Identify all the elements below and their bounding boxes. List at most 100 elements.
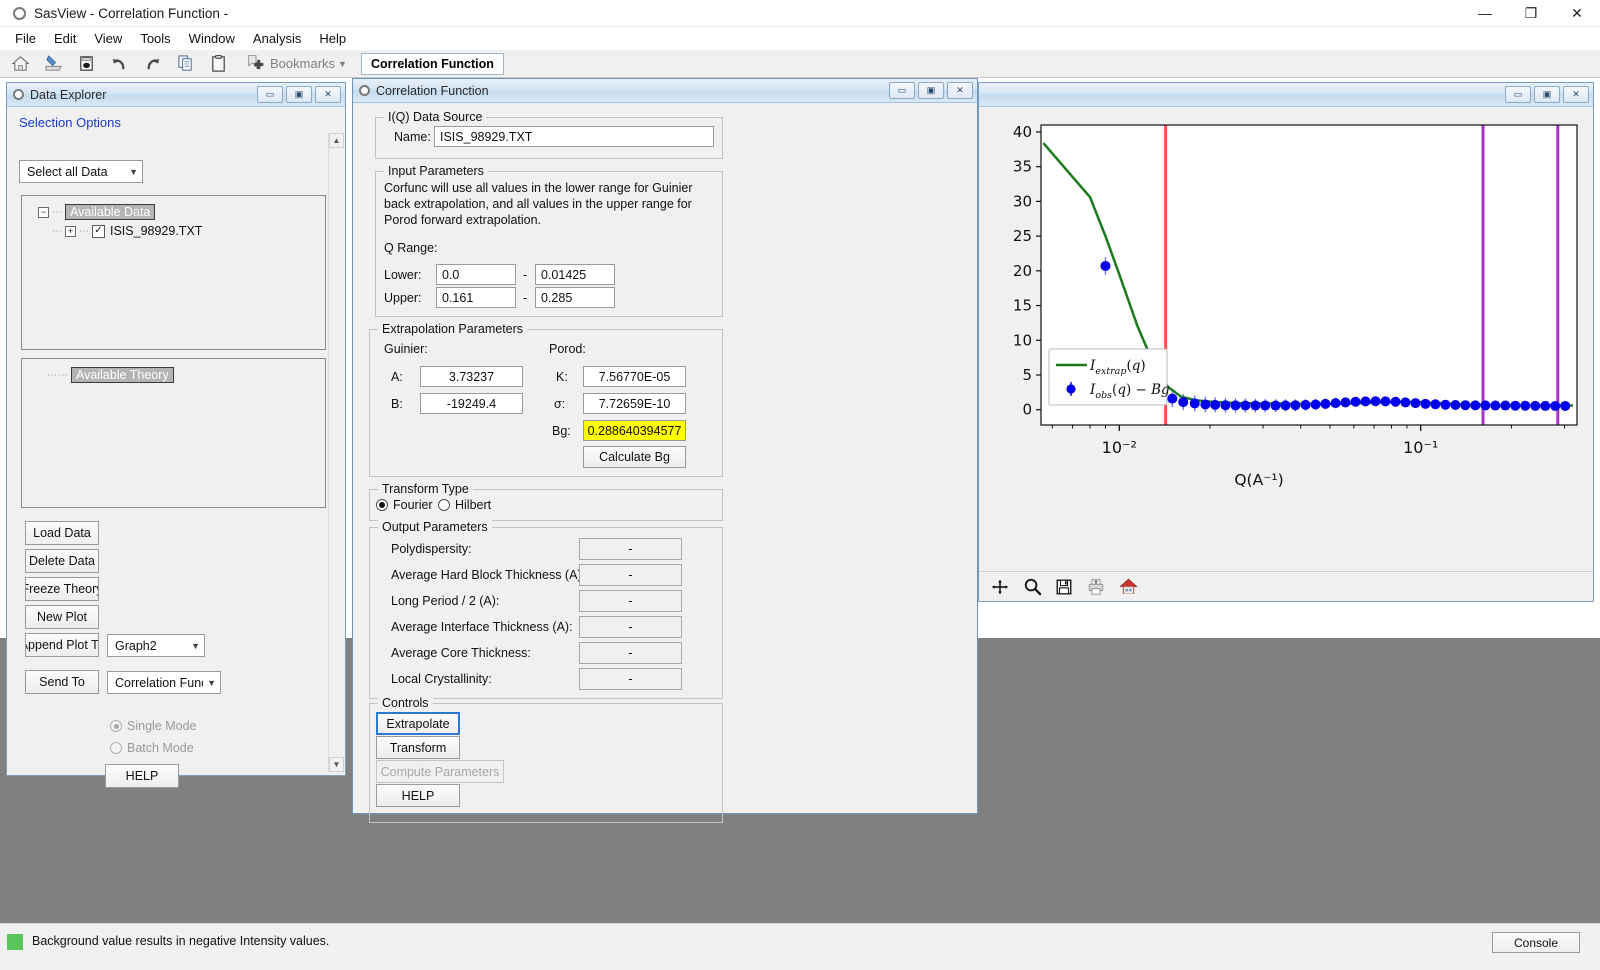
controls-group-label: Controls (378, 696, 433, 710)
menu-file[interactable]: File (6, 29, 45, 48)
menu-tools[interactable]: Tools (131, 29, 179, 48)
lower-range-max-field[interactable]: 0.01425 (535, 264, 615, 285)
extrapolate-button[interactable]: Extrapolate (376, 712, 460, 735)
data-explorer-close-button[interactable]: ✕ (315, 86, 341, 103)
plot-panel-body: 051015202530354010⁻²10⁻¹Q(A⁻¹)Iextrap(q)… (979, 107, 1593, 601)
data-source-group: I(Q) Data Source Name: ISIS_98929.TXT (375, 117, 723, 159)
avg-hard-block-thickness-field[interactable]: - (579, 564, 682, 586)
cf-close-button[interactable]: ✕ (947, 82, 973, 99)
svg-text:0: 0 (1022, 401, 1032, 419)
append-plot-to-button[interactable]: Append Plot To (25, 633, 99, 657)
data-explorer-scrollbar[interactable]: ▲ ▼ (328, 133, 343, 772)
tree-node-data-file[interactable]: ⋯ + ⋯ ✓ ISIS_98929.TXT (52, 224, 325, 238)
plot-close-button[interactable]: ✕ (1563, 86, 1589, 103)
open-file-icon[interactable] (37, 51, 70, 77)
menu-edit[interactable]: Edit (45, 29, 85, 48)
correlation-function-help-button[interactable]: HELP (376, 784, 460, 807)
guinier-b-field[interactable]: -19249.4 (420, 393, 523, 414)
transform-button[interactable]: Transform (376, 736, 460, 759)
menu-view[interactable]: View (85, 29, 131, 48)
new-plot-button[interactable]: New Plot (25, 605, 99, 629)
porod-sigma-field[interactable]: 7.72659E-10 (583, 393, 686, 414)
lower-range-min-field[interactable]: 0.0 (436, 264, 516, 285)
console-button[interactable]: Console (1492, 932, 1580, 953)
collapse-icon[interactable]: − (38, 207, 49, 218)
calculate-bg-button[interactable]: Calculate Bg (583, 446, 686, 468)
menubar: File Edit View Tools Window Analysis Hel… (0, 27, 1600, 50)
tree-node-available-data-label: Available Data (65, 204, 155, 220)
long-period-half-field[interactable]: - (579, 590, 682, 612)
transform-type-group: Transform Type Fourier Hilbert (369, 489, 723, 521)
append-plot-to-combo-value: Graph2 (115, 639, 187, 653)
menu-window[interactable]: Window (180, 29, 244, 48)
data-source-name-field[interactable]: ISIS_98929.TXT (434, 126, 714, 147)
load-data-button[interactable]: Load Data (25, 521, 99, 545)
save-icon[interactable] (1049, 574, 1079, 600)
paste-icon[interactable] (202, 51, 235, 77)
data-file-checkbox[interactable]: ✓ (92, 225, 105, 238)
data-file-label: ISIS_98929.TXT (110, 224, 202, 238)
scroll-down-icon[interactable]: ▼ (329, 757, 344, 772)
tree-node-available-theory[interactable]: ⋯⋯ Available Theory (47, 367, 325, 383)
data-explorer-minimize-button[interactable]: ▭ (257, 86, 283, 103)
send-to-combo[interactable]: Correlation Function ▼ (107, 671, 221, 694)
data-explorer-maximize-button[interactable]: ▣ (286, 86, 312, 103)
guinier-a-field[interactable]: 3.73237 (420, 366, 523, 387)
svg-text:10⁻¹: 10⁻¹ (1403, 438, 1438, 457)
cf-maximize-button[interactable]: ▣ (918, 82, 944, 99)
copy-icon[interactable] (169, 51, 202, 77)
expand-icon[interactable]: + (65, 226, 76, 237)
delete-data-button[interactable]: Delete Data (25, 549, 99, 573)
radio-indicator (110, 720, 122, 732)
data-explorer-help-button[interactable]: HELP (105, 764, 179, 788)
available-theory-tree[interactable]: ⋯⋯ Available Theory (21, 358, 326, 508)
tab-correlation-function[interactable]: Correlation Function (361, 53, 504, 75)
local-crystallinity-field[interactable]: - (579, 668, 682, 690)
available-data-tree[interactable]: − ⋯ Available Data ⋯ + ⋯ ✓ ISIS_98929.TX… (21, 195, 326, 350)
y-axis-ticks: 0510152025303540 (1013, 123, 1041, 419)
append-plot-to-combo[interactable]: Graph2 ▼ (107, 634, 205, 657)
cf-minimize-button[interactable]: ▭ (889, 82, 915, 99)
bookmark-add-icon[interactable] (245, 52, 267, 75)
polydispersity-field[interactable]: - (579, 538, 682, 560)
compute-parameters-button[interactable]: Compute Parameters (376, 760, 504, 783)
avg-interface-thickness-field[interactable]: - (579, 616, 682, 638)
save-icon[interactable] (70, 51, 103, 77)
batch-mode-radio[interactable]: Batch Mode (110, 741, 194, 755)
tree-node-available-data[interactable]: − ⋯ Available Data (38, 204, 325, 220)
freeze-theory-button[interactable]: Freeze Theory (25, 577, 99, 601)
single-mode-radio[interactable]: Single Mode (110, 719, 197, 733)
hilbert-radio[interactable]: Hilbert (438, 498, 491, 512)
window-close-button[interactable]: ✕ (1554, 0, 1600, 27)
upper-range-max-field[interactable]: 0.285 (535, 287, 615, 308)
print-icon[interactable] (1081, 574, 1111, 600)
plot-canvas[interactable]: 051015202530354010⁻²10⁻¹Q(A⁻¹)Iextrap(q)… (979, 107, 1593, 573)
plot-minimize-button[interactable]: ▭ (1505, 86, 1531, 103)
bookmarks-control[interactable]: Bookmarks ▼ (245, 52, 347, 75)
send-to-button[interactable]: Send To (25, 670, 99, 694)
porod-k-field[interactable]: 7.56770E-05 (583, 366, 686, 387)
chevron-down-icon[interactable]: ▼ (338, 59, 347, 69)
undo-icon[interactable] (103, 51, 136, 77)
zoom-icon[interactable] (1017, 574, 1047, 600)
plot-maximize-button[interactable]: ▣ (1534, 86, 1560, 103)
send-to-combo-value: Correlation Function (115, 676, 203, 690)
fourier-radio[interactable]: Fourier (376, 498, 433, 512)
window-maximize-button[interactable]: ❐ (1508, 0, 1554, 27)
menu-help[interactable]: Help (310, 29, 355, 48)
correlation-function-titlebar: Correlation Function ▭ ▣ ✕ (353, 79, 977, 103)
home-icon[interactable] (4, 51, 37, 77)
avg-core-thickness-field[interactable]: - (579, 642, 682, 664)
redo-icon[interactable] (136, 51, 169, 77)
select-all-data-combo[interactable]: Select all Data ▼ (19, 160, 143, 183)
window-minimize-button[interactable]: — (1462, 0, 1508, 27)
home-icon[interactable] (1113, 574, 1143, 600)
iq-chart[interactable]: 051015202530354010⁻²10⁻¹Q(A⁻¹)Iextrap(q)… (979, 107, 1593, 573)
pan-icon[interactable] (985, 574, 1015, 600)
panel-icon (359, 85, 370, 96)
menu-analysis[interactable]: Analysis (244, 29, 310, 48)
upper-range-min-field[interactable]: 0.161 (436, 287, 516, 308)
porod-bg-field[interactable]: 0.288640394577 (583, 420, 686, 441)
scroll-up-icon[interactable]: ▲ (329, 133, 344, 148)
plot-toolbar (979, 571, 1593, 601)
